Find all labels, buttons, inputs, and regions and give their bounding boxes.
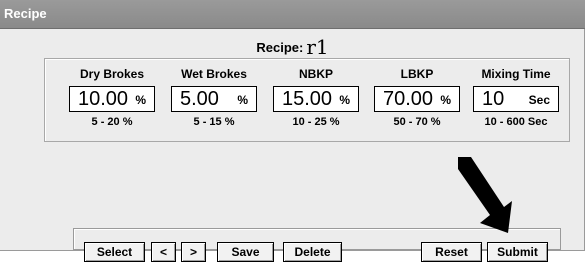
param-lbkp: LBKP 70.00 % 50 - 70 % [368,67,466,128]
lbkp-field[interactable]: 70.00 % [374,86,460,112]
reset-button[interactable]: Reset [421,242,482,262]
nbkp-field[interactable]: 15.00 % [273,86,359,112]
field-unit: % [237,93,248,107]
param-label: Dry Brokes [79,67,145,81]
param-nbkp: NBKP 15.00 % 10 - 25 % [267,67,365,128]
param-dry-brokes: Dry Brokes 10.00 % 5 - 20 % [63,67,161,128]
param-range: 5 - 15 % [193,116,235,128]
submit-button[interactable]: Submit [487,242,548,262]
param-range: 50 - 70 % [393,116,441,128]
mixing-time-field[interactable]: 10 Sec [473,86,559,112]
recipe-window: Recipe Recipe: r1 Dry Brokes 10.00 % 5 - … [0,0,585,262]
save-button[interactable]: Save [217,242,274,262]
param-range: 10 - 600 Sec [484,116,548,128]
field-unit: Sec [528,93,550,107]
pointer-arrow-icon [458,157,512,233]
window-title: Recipe [4,6,47,21]
param-wet-brokes: Wet Brokes 5.00 % 5 - 15 % [165,67,263,128]
next-button[interactable]: > [181,242,206,262]
field-unit: % [339,93,350,107]
field-value: 15.00 [282,88,333,110]
param-range: 5 - 20 % [91,116,133,128]
param-label: LBKP [400,67,434,81]
recipe-value: r1 [306,35,329,59]
delete-button[interactable]: Delete [283,242,342,262]
select-button[interactable]: Select [84,242,145,262]
field-unit: % [135,93,146,107]
recipe-label: Recipe: [256,40,304,55]
dry-brokes-field[interactable]: 10.00 % [69,86,155,112]
field-unit: % [440,93,451,107]
field-value: 10.00 [78,88,129,110]
field-value: 70.00 [383,88,434,110]
field-value: 5.00 [180,88,219,110]
field-value: 10 [482,88,505,110]
param-mixing-time: Mixing Time 10 Sec 10 - 600 Sec [467,67,565,128]
title-bar: Recipe [0,0,585,29]
param-label: Wet Brokes [181,67,247,81]
previous-button[interactable]: < [151,242,176,262]
recipe-header: Recipe: r1 [0,33,585,59]
wet-brokes-field[interactable]: 5.00 % [171,86,257,112]
param-label: Mixing Time [481,67,551,81]
param-label: NBKP [298,67,333,81]
param-range: 10 - 25 % [292,116,340,128]
